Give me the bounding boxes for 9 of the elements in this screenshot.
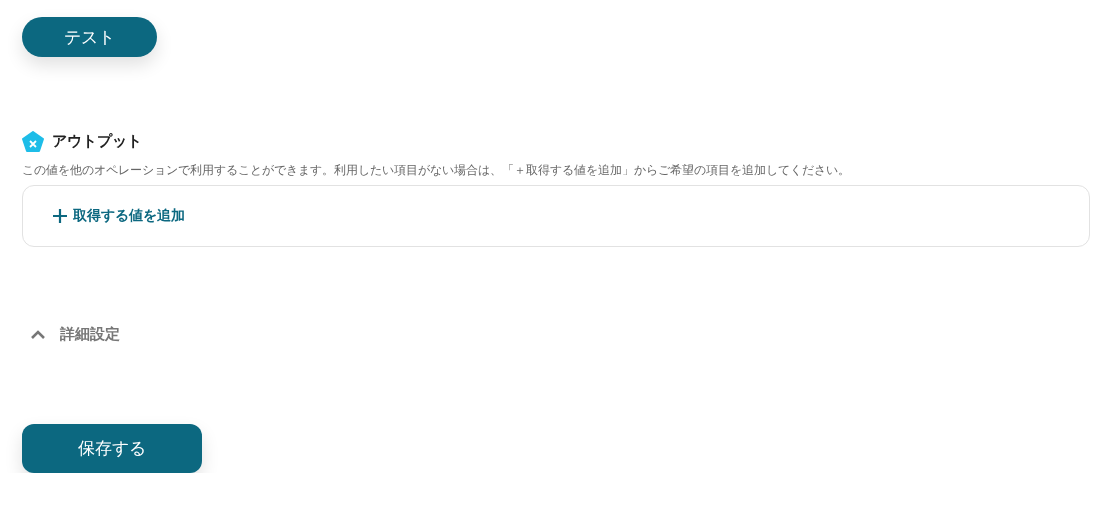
test-button[interactable]: テスト — [22, 17, 157, 57]
plus-icon — [53, 209, 67, 223]
pentagon-icon — [22, 131, 44, 152]
advanced-settings-toggle[interactable]: 詳細設定 — [30, 325, 120, 344]
section-title: アウトプット — [52, 132, 142, 151]
chevron-icon — [30, 329, 46, 340]
description: この値を他のオペレーションで利用することができます。利用したい項目がない場合は、「＋取得する値を追加」からご希望の項目を追加してください。 — [22, 162, 851, 179]
save-button[interactable]: 保存する — [22, 424, 202, 473]
add-value-button[interactable]: 取得する値を追加 — [53, 207, 185, 225]
